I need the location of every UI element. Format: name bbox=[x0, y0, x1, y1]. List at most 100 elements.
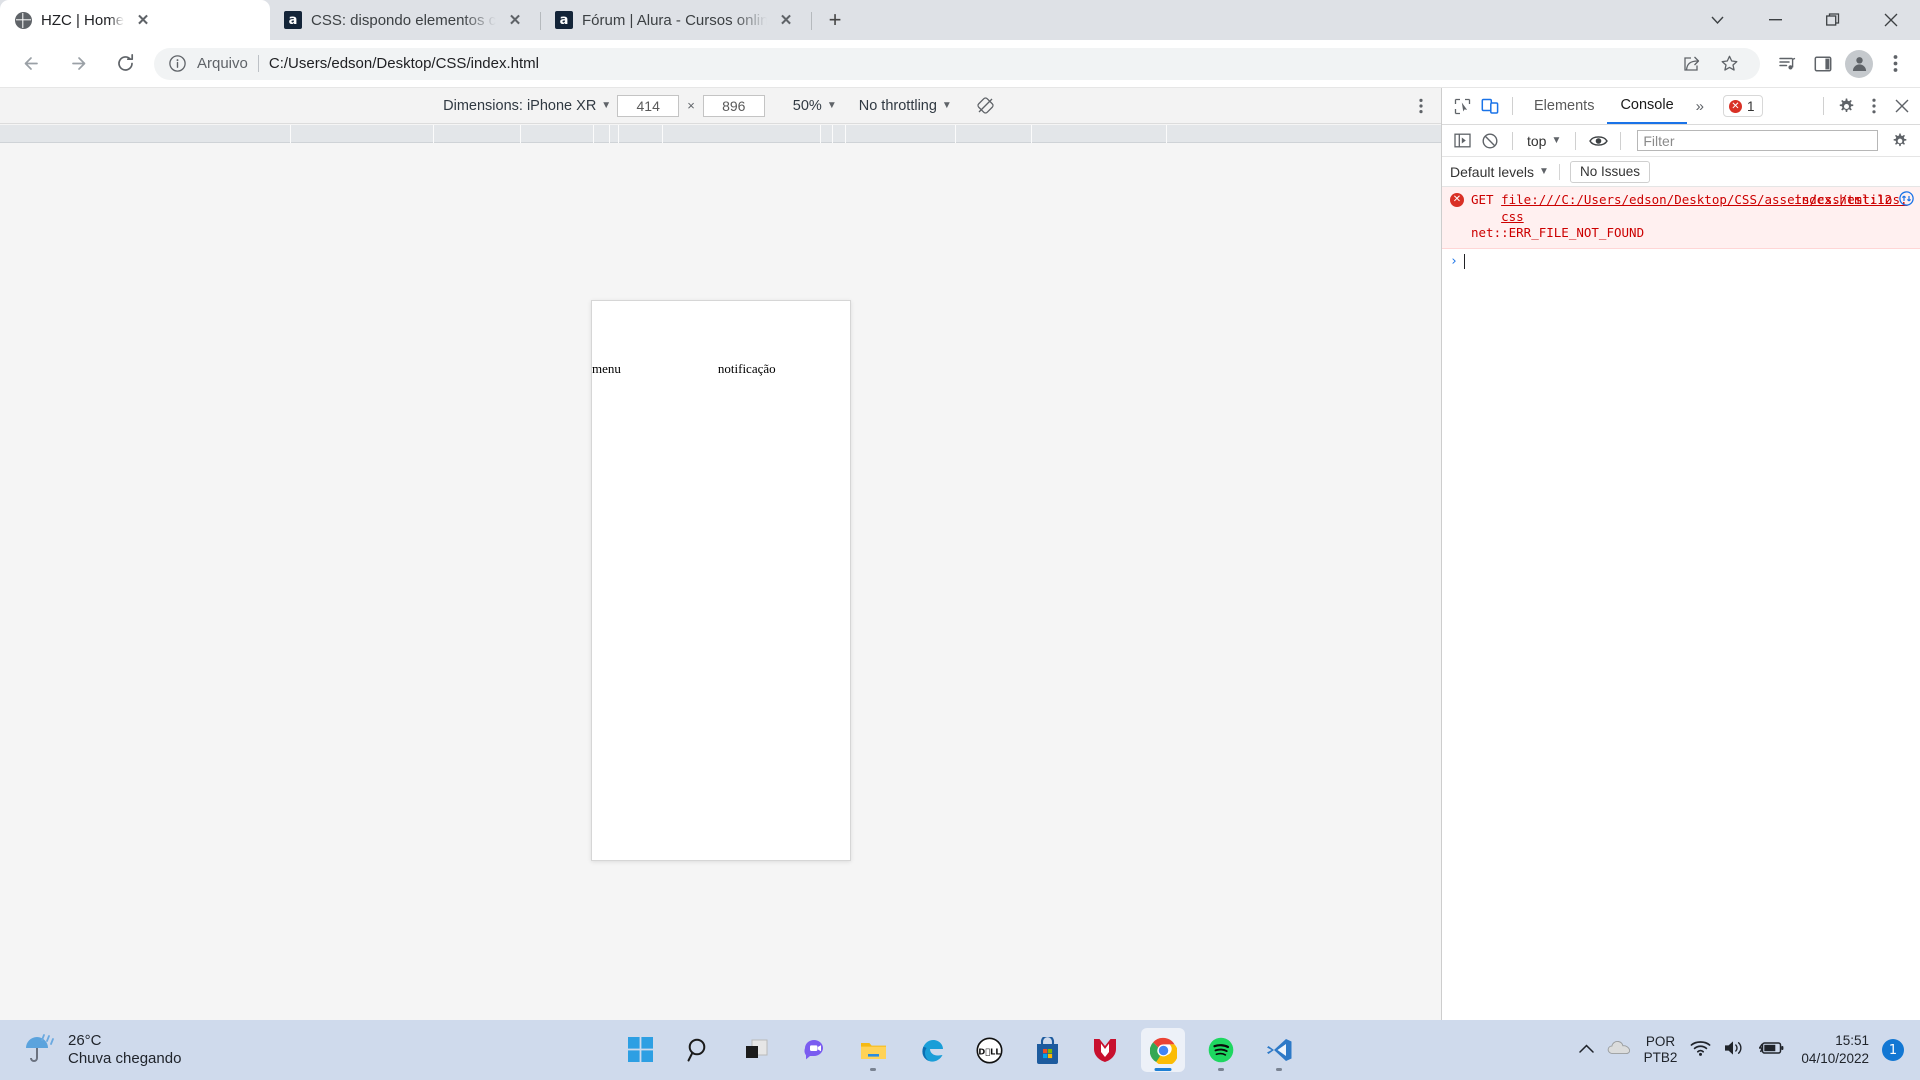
edge-button[interactable] bbox=[909, 1028, 953, 1072]
browser-tab-2[interactable]: a CSS: dispondo elementos com Fl ✕ bbox=[270, 0, 540, 40]
microsoft-store-button[interactable] bbox=[1025, 1028, 1069, 1072]
chrome-button[interactable] bbox=[1141, 1028, 1185, 1072]
device-dimensions-label: Dimensions: iPhone XR bbox=[443, 97, 597, 114]
tab-close-button[interactable]: ✕ bbox=[776, 10, 796, 30]
share-icon[interactable] bbox=[1674, 47, 1708, 81]
chevron-down-icon: ▼ bbox=[1551, 135, 1562, 146]
new-tab-button[interactable]: + bbox=[818, 3, 852, 37]
browser-content: Dimensions: iPhone XR ▼ × 50% ▼ No throt… bbox=[0, 88, 1920, 1020]
settings-gear-icon[interactable] bbox=[1832, 92, 1860, 120]
start-button[interactable] bbox=[619, 1028, 663, 1072]
emulated-page-viewport[interactable]: menu notificação bbox=[591, 300, 851, 861]
browser-tab-1[interactable]: HZC | Home ✕ bbox=[0, 0, 270, 40]
devtools-tabbar: Elements Console » ✕ 1 bbox=[1442, 88, 1920, 125]
clear-console-icon[interactable] bbox=[1476, 127, 1504, 155]
error-count-badge[interactable]: ✕ 1 bbox=[1723, 95, 1763, 117]
toolbar-divider bbox=[1620, 131, 1622, 150]
address-bar[interactable]: Arquivo C:/Users/edson/Desktop/CSS/index… bbox=[154, 47, 1760, 81]
chat-teams-button[interactable] bbox=[793, 1028, 837, 1072]
live-expression-icon[interactable] bbox=[1584, 127, 1612, 155]
chrome-menu-icon[interactable] bbox=[1878, 47, 1912, 81]
error-count-label: 1 bbox=[1747, 98, 1755, 114]
tab-close-button[interactable]: ✕ bbox=[133, 10, 153, 30]
browser-toolbar: Arquivo C:/Users/edson/Desktop/CSS/index… bbox=[0, 40, 1920, 88]
chevron-down-icon: ▼ bbox=[826, 100, 837, 111]
console-error-message[interactable]: ✕ GET file:///C:/Users/edson/Desktop/CSS… bbox=[1442, 187, 1920, 249]
bookmark-star-icon[interactable] bbox=[1712, 47, 1746, 81]
battery-charging-icon[interactable] bbox=[1759, 1041, 1784, 1060]
dell-button[interactable]: D⃞LL bbox=[967, 1028, 1011, 1072]
back-icon[interactable] bbox=[10, 43, 52, 85]
media-list-icon[interactable] bbox=[1770, 47, 1804, 81]
error-status-text: net::ERR_FILE_NOT_FOUND bbox=[1471, 225, 1645, 240]
console-settings-icon[interactable] bbox=[1886, 127, 1914, 155]
console-context-select[interactable]: top ▼ bbox=[1521, 133, 1567, 149]
reload-icon[interactable] bbox=[104, 43, 146, 85]
file-explorer-button[interactable] bbox=[851, 1028, 895, 1072]
minimize-icon[interactable] bbox=[1746, 0, 1804, 40]
search-button[interactable] bbox=[677, 1028, 721, 1072]
devtools-menu-icon[interactable] bbox=[1860, 92, 1888, 120]
browser-tab-3[interactable]: a Fórum | Alura - Cursos online de ✕ bbox=[541, 0, 811, 40]
error-icon: ✕ bbox=[1450, 193, 1464, 207]
device-zoom-select[interactable]: 50% ▼ bbox=[793, 98, 837, 114]
tab-elements[interactable]: Elements bbox=[1521, 88, 1607, 124]
inspect-element-icon[interactable] bbox=[1448, 92, 1476, 120]
svg-text:D⃞LL: D⃞LL bbox=[978, 1046, 1000, 1056]
language-indicator[interactable]: POR PTB2 bbox=[1644, 1034, 1678, 1066]
toolbar-divider bbox=[1512, 97, 1513, 115]
profile-avatar-icon[interactable] bbox=[1842, 47, 1876, 81]
show-hidden-icons-icon[interactable] bbox=[1578, 1041, 1594, 1059]
alura-icon: a bbox=[284, 11, 302, 29]
spotify-button[interactable] bbox=[1199, 1028, 1243, 1072]
tab-search-icon[interactable] bbox=[1688, 0, 1746, 40]
tab-divider bbox=[811, 12, 812, 30]
clock-time: 15:51 bbox=[1835, 1032, 1869, 1048]
globe-icon bbox=[14, 11, 32, 29]
rotate-device-icon[interactable] bbox=[974, 94, 998, 118]
viewport-ruler bbox=[0, 125, 1441, 143]
device-height-input[interactable] bbox=[702, 94, 765, 117]
tab-title: CSS: dispondo elementos com Fl bbox=[311, 11, 496, 29]
side-panel-icon[interactable] bbox=[1806, 47, 1840, 81]
network-throttling-select[interactable]: No throttling ▼ bbox=[859, 98, 952, 114]
vscode-button[interactable] bbox=[1257, 1028, 1301, 1072]
issues-button[interactable]: No Issues bbox=[1569, 160, 1650, 183]
browser-window: HZC | Home ✕ a CSS: dispondo elementos c… bbox=[0, 0, 1920, 1080]
request-method: GET bbox=[1471, 192, 1494, 207]
task-view-button[interactable] bbox=[735, 1028, 779, 1072]
more-tabs-icon[interactable]: » bbox=[1687, 98, 1713, 115]
error-source-link[interactable]: index.html:12 bbox=[1794, 192, 1892, 209]
weather-widget[interactable]: 26°C Chuva chegando bbox=[22, 1032, 181, 1069]
tab-title: Fórum | Alura - Cursos online de bbox=[582, 11, 767, 29]
console-sidebar-icon[interactable] bbox=[1448, 127, 1476, 155]
maximize-icon[interactable] bbox=[1804, 0, 1862, 40]
device-dimensions-select[interactable]: Dimensions: iPhone XR ▼ bbox=[443, 98, 611, 114]
tab-close-button[interactable]: ✕ bbox=[505, 10, 525, 30]
language-secondary: PTB2 bbox=[1643, 1050, 1678, 1065]
more-options-icon[interactable] bbox=[1409, 94, 1433, 118]
console-input-prompt[interactable]: › bbox=[1442, 249, 1920, 274]
taskbar-apps: D⃞LL bbox=[619, 1028, 1301, 1072]
volume-icon[interactable] bbox=[1724, 1040, 1746, 1061]
app-running-indicator bbox=[870, 1067, 876, 1071]
device-width-input[interactable] bbox=[617, 94, 680, 117]
mcafee-button[interactable] bbox=[1083, 1028, 1127, 1072]
clock-date: 04/10/2022 bbox=[1801, 1051, 1869, 1066]
forward-icon[interactable] bbox=[57, 43, 99, 85]
open-in-network-panel-icon[interactable] bbox=[1899, 191, 1914, 211]
console-filter-input[interactable]: Filter bbox=[1637, 130, 1878, 151]
info-circle-icon[interactable] bbox=[168, 54, 187, 73]
log-levels-select[interactable]: Default levels ▼ bbox=[1450, 164, 1549, 180]
device-toggle-icon[interactable] bbox=[1476, 92, 1504, 120]
onedrive-icon[interactable] bbox=[1607, 1040, 1631, 1060]
close-devtools-icon[interactable] bbox=[1888, 92, 1916, 120]
notification-badge[interactable]: 1 bbox=[1882, 1039, 1904, 1061]
wifi-icon[interactable] bbox=[1690, 1040, 1711, 1061]
tab-console[interactable]: Console bbox=[1607, 88, 1687, 124]
close-icon[interactable] bbox=[1862, 0, 1920, 40]
app-active-indicator bbox=[1154, 1067, 1172, 1071]
clock-widget[interactable]: 15:51 04/10/2022 bbox=[1801, 1032, 1869, 1068]
console-toolbar: top ▼ Filter bbox=[1442, 125, 1920, 157]
language-primary: POR bbox=[1645, 1033, 1676, 1049]
